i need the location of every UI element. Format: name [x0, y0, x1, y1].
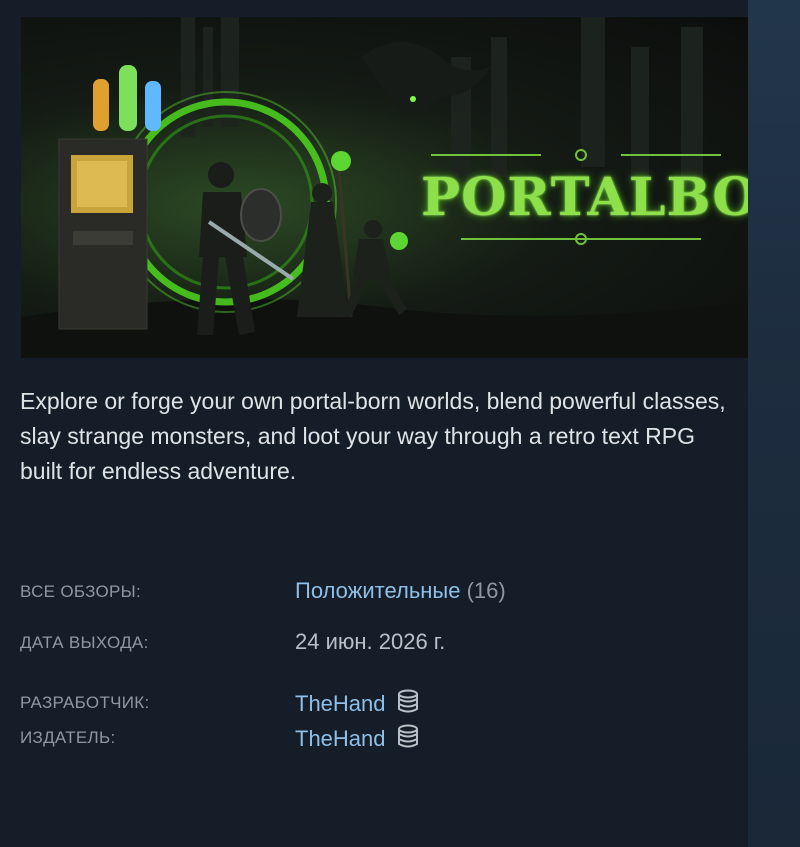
game-summary-panel: PORTALBORN Explore or forge your own por… [0, 0, 748, 847]
publisher-label: ИЗДАТЕЛЬ: [20, 728, 116, 747]
developer-row: TheHand [295, 689, 420, 717]
reviews-count: (16) [466, 578, 506, 603]
release-date-label: ДАТА ВЫХОДА: [20, 633, 149, 652]
developer-link[interactable]: TheHand [295, 691, 386, 716]
background-side-panel [748, 0, 800, 847]
game-logo-text: PORTALBORN [421, 167, 748, 228]
header-capsule-image[interactable]: PORTALBORN [21, 17, 748, 358]
publisher-row: TheHand [295, 724, 420, 752]
coin-stack-icon[interactable] [396, 724, 420, 750]
game-description: Explore or forge your own portal-born wo… [20, 388, 726, 484]
release-date-value: 24 июн. 2026 г. [295, 629, 446, 654]
reviews-label: ВСЕ ОБЗОРЫ: [20, 582, 142, 601]
publisher-link[interactable]: TheHand [295, 726, 386, 751]
developer-label: РАЗРАБОТЧИК: [20, 693, 150, 712]
reviews-summary-link[interactable]: Положительные [295, 578, 460, 603]
coin-stack-icon[interactable] [396, 689, 420, 715]
reviews-value: Положительные (16) [295, 578, 506, 604]
